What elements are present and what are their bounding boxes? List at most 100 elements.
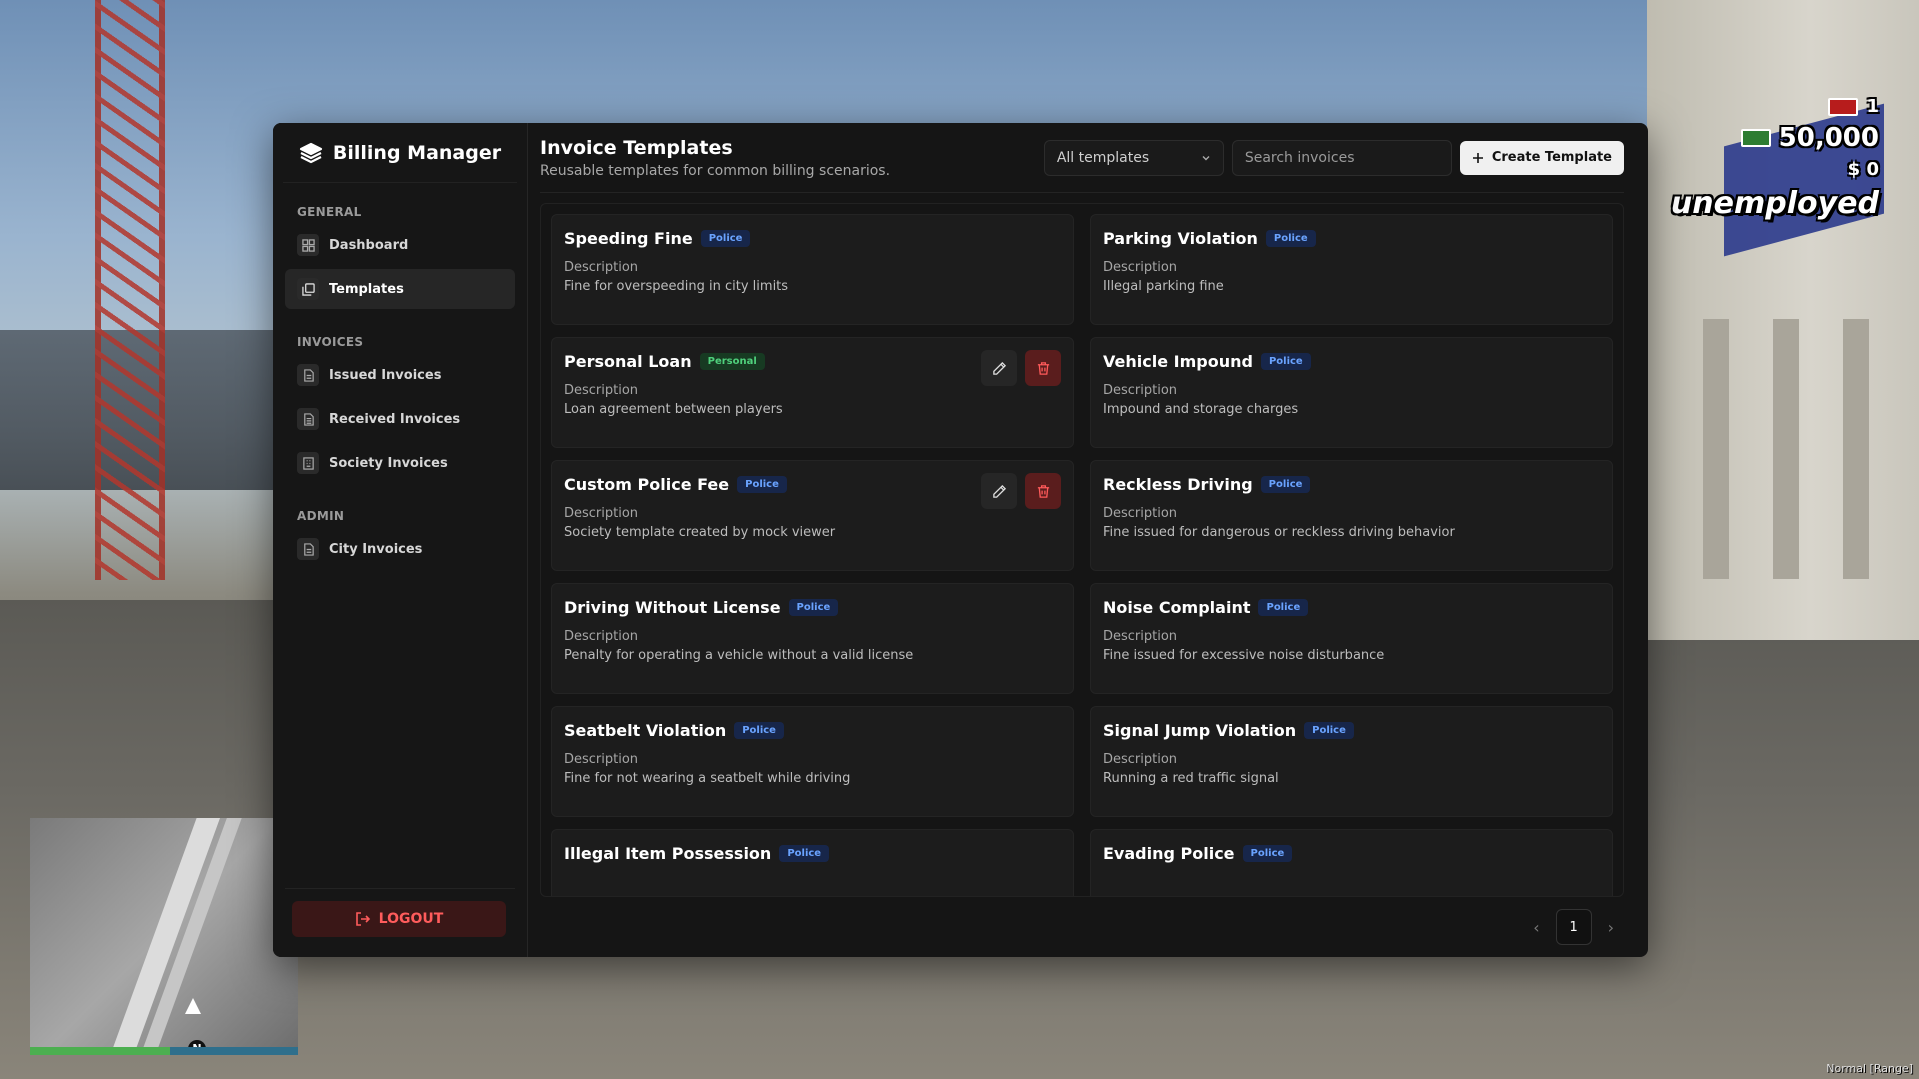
- description-label: Description: [1103, 260, 1178, 275]
- sidebar-item-label: City Invoices: [329, 541, 423, 557]
- minimap: N: [30, 818, 298, 1048]
- plus-icon: [1472, 152, 1483, 163]
- sidebar-item-dashboard[interactable]: Dashboard: [285, 225, 515, 265]
- template-card[interactable]: Parking Violation Police Description Ille…: [1090, 214, 1613, 325]
- edit-button[interactable]: [981, 350, 1017, 386]
- sidebar-item-city-invoices[interactable]: City Invoices: [285, 529, 515, 569]
- template-card[interactable]: Signal Jump Violation Police Description …: [1090, 706, 1613, 817]
- template-card[interactable]: Noise Complaint Police Description Fine i…: [1090, 583, 1613, 694]
- title-block: Invoice Templates Reusable templates for…: [540, 137, 890, 179]
- category-badge: Police: [1265, 230, 1316, 247]
- brand-title: Billing Manager: [332, 141, 502, 164]
- sidebar-item-label: Dashboard: [329, 237, 409, 253]
- section-general: GENERAL: [297, 205, 362, 219]
- category-badge: Police: [779, 845, 830, 862]
- file-text-icon: [297, 408, 319, 430]
- template-name: Noise Complaint: [1103, 598, 1251, 617]
- category-badge: Personal: [699, 353, 765, 370]
- template-name: Personal Loan: [564, 352, 692, 371]
- template-name: Illegal Item Possession: [564, 844, 772, 863]
- page-button[interactable]: 1: [1555, 909, 1592, 945]
- sidebar-item-templates[interactable]: Templates: [285, 269, 515, 309]
- background-pillar: [1773, 319, 1799, 579]
- player-arrow-icon: [185, 998, 201, 1014]
- cash-row: 50,000: [1679, 123, 1879, 153]
- edit-button[interactable]: [981, 473, 1017, 509]
- template-name: Speeding Fine: [564, 229, 693, 248]
- template-card[interactable]: Speeding Fine Police Description Fine for…: [551, 214, 1074, 325]
- description-label: Description: [564, 260, 639, 275]
- template-card[interactable]: Vehicle Impound Police Description Impoun…: [1090, 337, 1613, 448]
- template-card[interactable]: Driving Without License Police Descriptio…: [551, 583, 1074, 694]
- create-template-label: Create Template: [1491, 150, 1612, 165]
- trash-icon: [1037, 484, 1049, 498]
- description-text: Loan agreement between players: [564, 402, 783, 417]
- copy-icon: [297, 278, 319, 300]
- sidebar-footer: LOGOUT: [285, 888, 515, 957]
- chevron-down-icon: [1202, 155, 1210, 160]
- description-text: Running a red traffic signal: [1103, 771, 1279, 786]
- description-text: Impound and storage charges: [1103, 402, 1299, 417]
- description-text: Fine issued for dangerous or reckless dr…: [1103, 525, 1455, 540]
- sidebar-item-society-invoices[interactable]: Society Invoices: [285, 443, 515, 483]
- template-card[interactable]: Personal Loan Personal Description Loan a…: [551, 337, 1074, 448]
- category-badge: Police: [700, 230, 751, 247]
- chevron-left-icon[interactable]: ‹: [1533, 918, 1539, 937]
- description-label: Description: [564, 629, 639, 644]
- page-subtitle: Reusable templates for common billing sc…: [540, 162, 891, 179]
- template-card[interactable]: Seatbelt Violation Police Description Fin…: [551, 706, 1074, 817]
- logout-icon: [355, 912, 370, 926]
- template-card[interactable]: Evading Police Police: [1090, 829, 1613, 896]
- layers-icon: [299, 142, 322, 163]
- category-badge: Police: [1258, 599, 1309, 616]
- description-label: Description: [1103, 752, 1178, 767]
- template-filter-select[interactable]: All templates: [1043, 139, 1224, 176]
- section-admin: ADMIN: [297, 509, 345, 523]
- logout-button[interactable]: LOGOUT: [292, 901, 506, 937]
- job-label: unemployed: [1670, 186, 1879, 221]
- dirty-cash-icon: [1828, 97, 1859, 116]
- logout-label: LOGOUT: [378, 911, 444, 927]
- template-name: Evading Police: [1103, 844, 1235, 863]
- template-name: Parking Violation: [1103, 229, 1258, 248]
- background-pillar: [1703, 319, 1729, 579]
- sidebar-item-issued-invoices[interactable]: Issued Invoices: [285, 355, 515, 395]
- sidebar: Billing Manager GENERAL Dashboard Templa…: [273, 123, 528, 957]
- delete-button[interactable]: [1025, 350, 1061, 386]
- search-input[interactable]: [1231, 139, 1452, 176]
- main-content: Invoice Templates Reusable templates for…: [528, 123, 1648, 957]
- background-pillar: [1843, 319, 1869, 579]
- templates-panel: Speeding Fine Police Description Fine for…: [540, 203, 1624, 897]
- card-actions: [981, 350, 1061, 386]
- health-bar: [30, 1047, 170, 1055]
- sidebar-item-received-invoices[interactable]: Received Invoices: [285, 399, 515, 439]
- description-label: Description: [1103, 629, 1178, 644]
- description-text: Illegal parking fine: [1103, 279, 1224, 294]
- template-name: Driving Without License: [564, 598, 781, 617]
- templates-grid: Speeding Fine Police Description Fine for…: [551, 214, 1613, 896]
- template-name: Vehicle Impound: [1103, 352, 1253, 371]
- header-controls: All templates Create Template: [1043, 139, 1624, 176]
- template-card[interactable]: Custom Police Fee Police Description Soci…: [551, 460, 1074, 571]
- sidebar-item-label: Templates: [329, 281, 404, 297]
- description-label: Description: [1103, 506, 1178, 521]
- description-label: Description: [1103, 383, 1178, 398]
- job-row: unemployed: [1671, 186, 1879, 221]
- create-template-button[interactable]: Create Template: [1459, 140, 1624, 175]
- game-hud: 1 50,000 $ 0 unemployed: [1671, 96, 1879, 227]
- cash-icon: [1740, 129, 1771, 147]
- card-actions: [981, 473, 1061, 509]
- trash-icon: [1037, 361, 1049, 375]
- description-text: Fine for not wearing a seatbelt while dr…: [564, 771, 851, 786]
- category-badge: Police: [1260, 476, 1311, 493]
- template-card[interactable]: Reckless Driving Police Description Fine …: [1090, 460, 1613, 571]
- template-card[interactable]: Illegal Item Possession Police: [551, 829, 1074, 896]
- file-icon: [297, 364, 319, 386]
- sidebar-item-label: Society Invoices: [329, 455, 448, 471]
- chevron-right-icon[interactable]: ›: [1608, 918, 1614, 937]
- delete-button[interactable]: [1025, 473, 1061, 509]
- sidebar-item-label: Issued Invoices: [329, 367, 442, 383]
- category-badge: Police: [1242, 845, 1293, 862]
- template-name: Signal Jump Violation: [1103, 721, 1297, 740]
- sidebar-item-label: Received Invoices: [329, 411, 461, 427]
